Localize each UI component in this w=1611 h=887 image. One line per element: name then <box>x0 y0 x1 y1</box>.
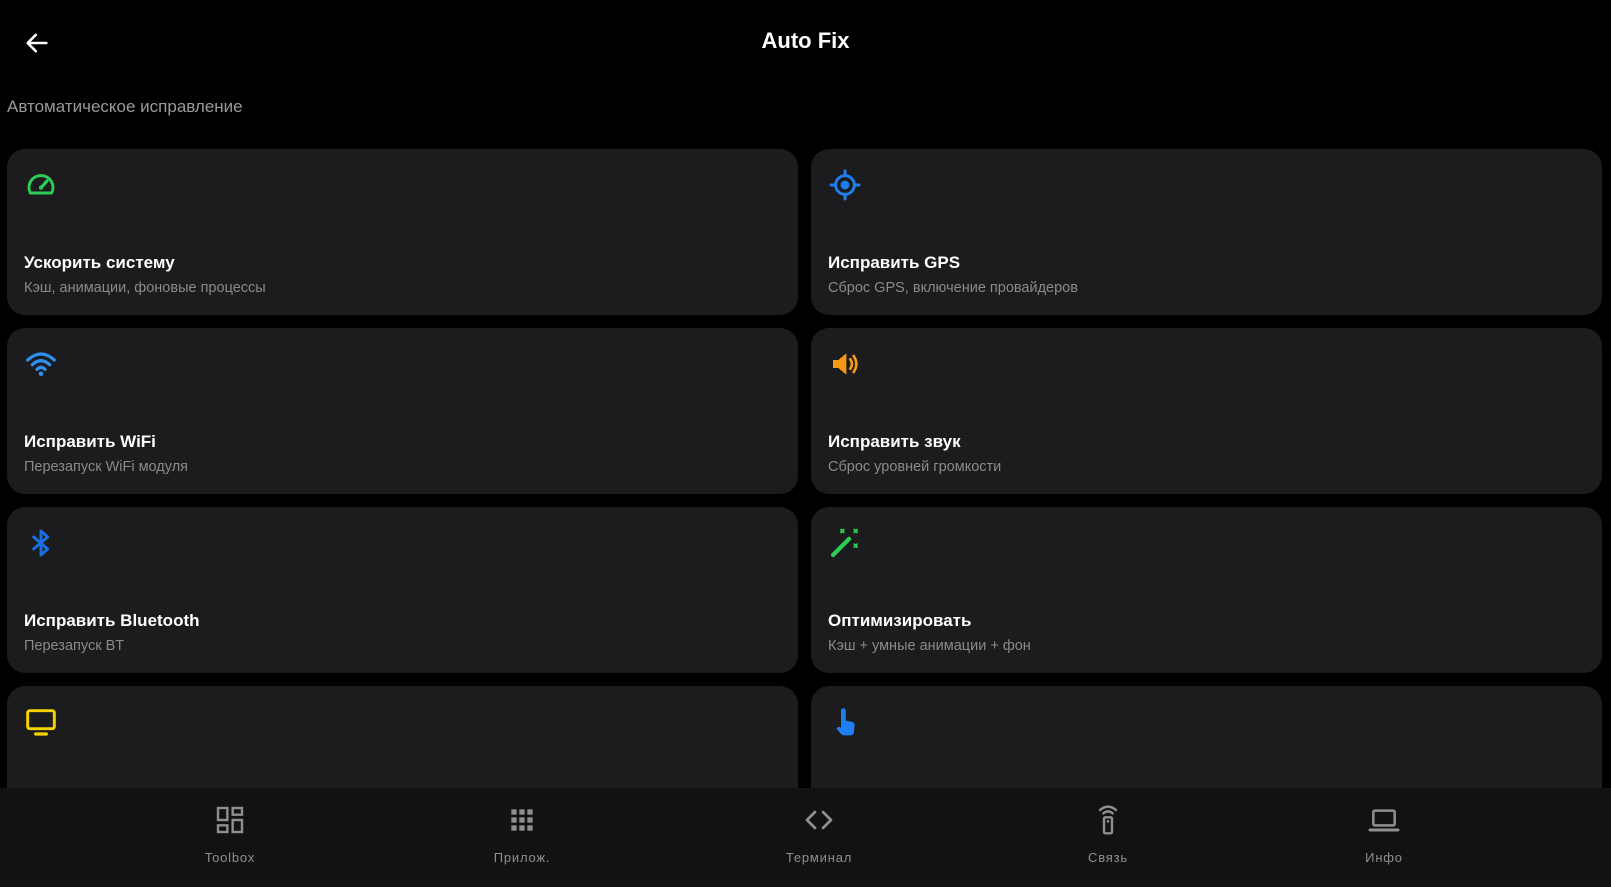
card-title: Ускорить систему <box>24 253 175 272</box>
card-title: Исправить GPS <box>828 253 961 272</box>
card-touch[interactable] <box>811 686 1602 788</box>
card-fix-sound[interactable]: Исправить звук Сброс уровней громкости <box>811 328 1602 494</box>
nav-item-apps[interactable]: Прилож. <box>452 800 592 876</box>
nav-item-info[interactable]: Инфо <box>1314 800 1454 876</box>
card-fix-bluetooth[interactable]: Исправить Bluetooth Перезапуск BT <box>7 507 798 673</box>
magic-wand-icon <box>830 528 858 558</box>
speedometer-icon <box>27 174 55 195</box>
monitor-icon <box>26 709 56 736</box>
apps-grid-icon <box>511 809 533 831</box>
card-subtitle: Перезапуск BT <box>24 638 125 654</box>
wifi-icon <box>26 352 56 376</box>
nav-label: Прилож. <box>493 850 551 865</box>
nav-item-terminal[interactable]: Терминал <box>749 800 889 876</box>
page-title: Auto Fix <box>761 28 850 53</box>
fix-actions-grid: Ускорить систему Кэш, анимации, фоновые … <box>7 149 1602 788</box>
nav-label: Терминал <box>785 850 853 865</box>
card-optimize[interactable]: Оптимизировать Кэш + умные анимации + фо… <box>811 507 1602 673</box>
card-display[interactable] <box>7 686 798 788</box>
card-title: Исправить WiFi <box>24 432 156 451</box>
nav-label: Связь <box>1088 850 1128 865</box>
card-subtitle: Сброс GPS, включение провайдеров <box>828 280 1078 296</box>
code-brackets-icon <box>805 810 833 830</box>
nav-item-toolbox[interactable]: Toolbox <box>160 800 300 876</box>
card-subtitle: Кэш, анимации, фоновые процессы <box>24 280 266 296</box>
card-fix-wifi[interactable]: Исправить WiFi Перезапуск WiFi модуля <box>7 328 798 494</box>
card-title: Исправить Bluetooth <box>24 611 200 630</box>
dashboard-grid-icon <box>216 806 244 834</box>
remote-signal-icon <box>1098 805 1118 835</box>
section-label: Автоматическое исправление <box>7 97 243 116</box>
top-app-bar: Auto Fix <box>0 0 1611 84</box>
nav-label: Инфо <box>1365 850 1403 865</box>
laptop-icon <box>1368 809 1400 832</box>
card-subtitle: Сброс уровней громкости <box>828 459 1002 475</box>
card-subtitle: Перезапуск WiFi модуля <box>24 459 189 475</box>
touch-hand-icon <box>836 708 855 736</box>
nav-label: Toolbox <box>204 850 256 865</box>
card-speed-up-system[interactable]: Ускорить систему Кэш, анимации, фоновые … <box>7 149 798 315</box>
bottom-navigation: Toolbox Прилож. Терминал Связь Инфо <box>0 788 1611 887</box>
volume-icon <box>833 353 858 375</box>
card-title: Оптимизировать <box>828 611 972 630</box>
card-subtitle: Кэш + умные анимации + фон <box>828 638 1031 654</box>
nav-item-connection[interactable]: Связь <box>1038 800 1178 876</box>
gps-target-icon <box>829 169 861 201</box>
card-fix-gps[interactable]: Исправить GPS Сброс GPS, включение прова… <box>811 149 1602 315</box>
bluetooth-icon <box>32 529 50 557</box>
card-title: Исправить звук <box>828 432 961 451</box>
